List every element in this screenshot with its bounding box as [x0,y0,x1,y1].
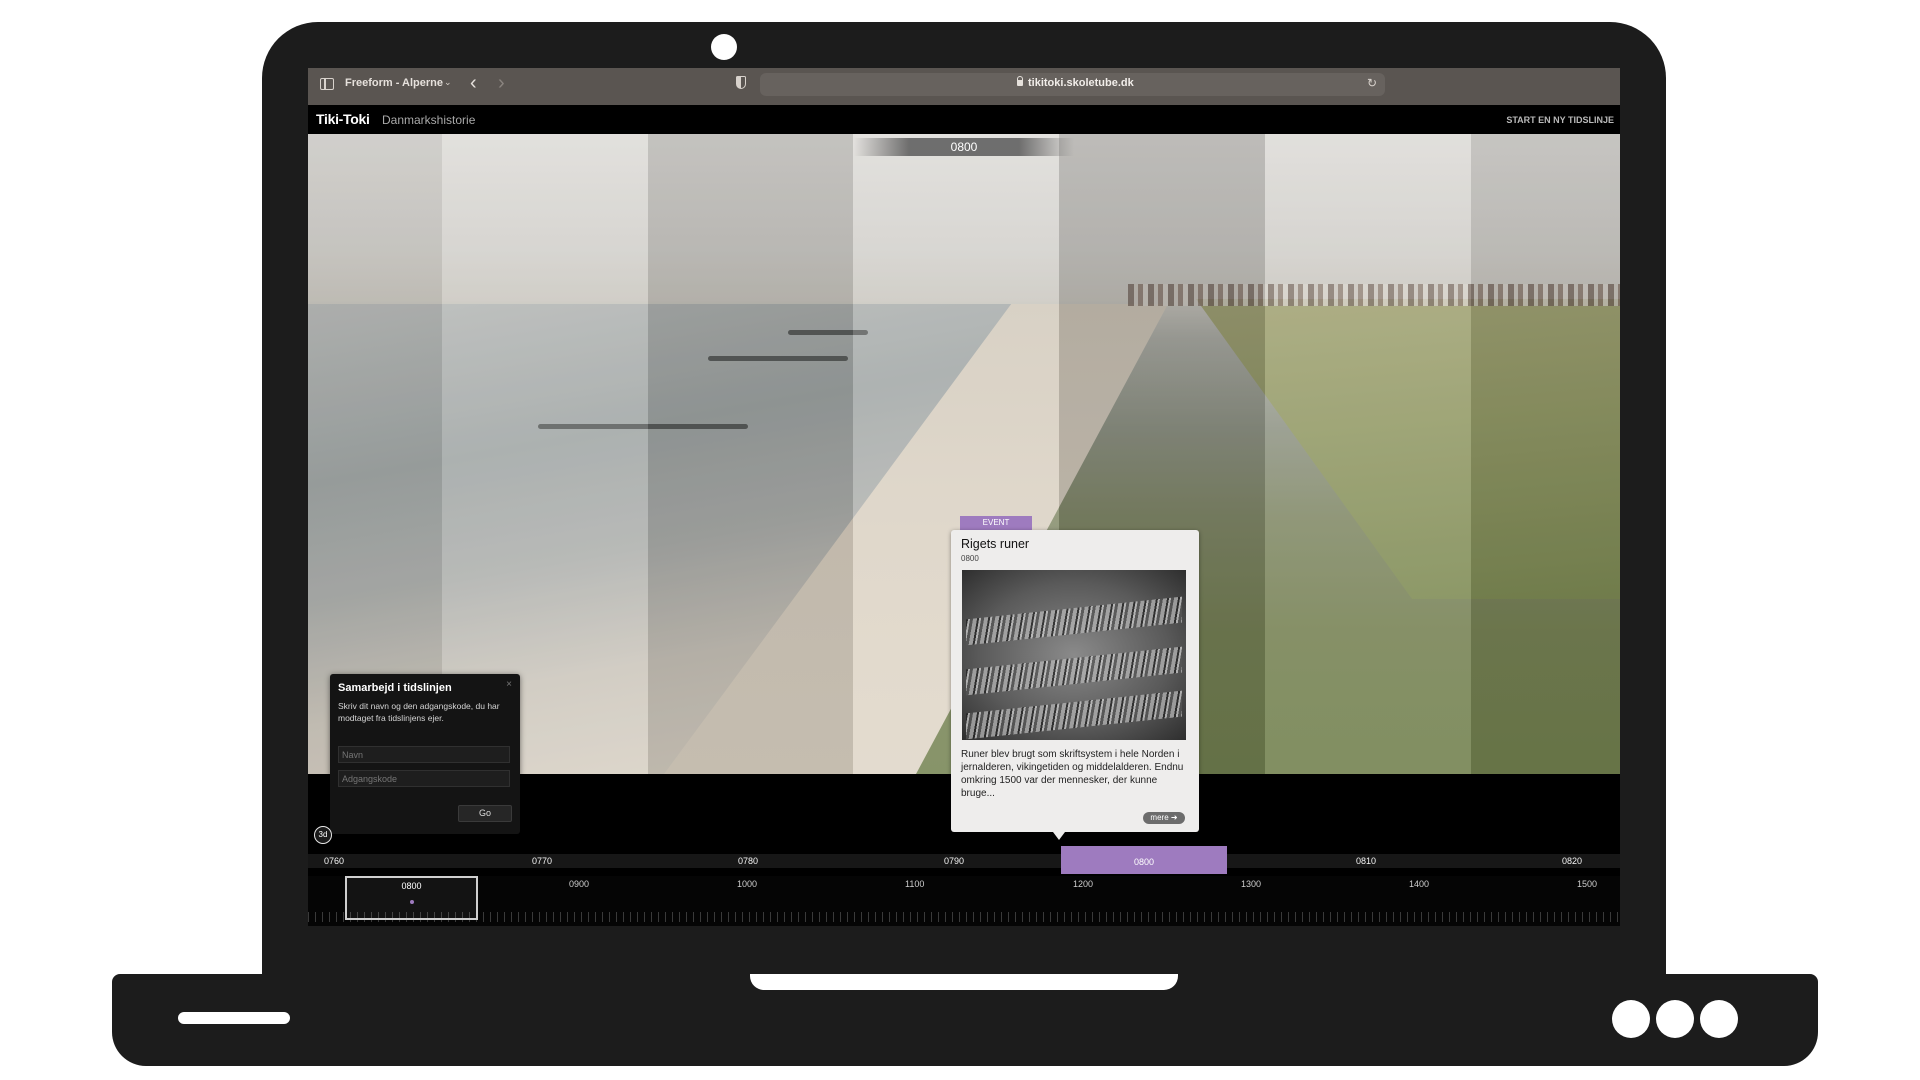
overview-window-label: 0800 [401,881,422,891]
tab-group-name[interactable]: Freeform - Alperne [345,77,443,89]
overview-label: 1000 [737,879,758,889]
laptop-notch [750,974,1178,990]
app-header: Tiki-Toki Danmarkshistorie START EN NY T… [308,105,1620,134]
collaborate-title: Samarbejd i tidslinjen [338,682,452,694]
name-input[interactable] [338,746,510,763]
more-button[interactable]: mere ➜ [1143,812,1185,824]
timeline-band [648,134,853,774]
collaborate-dialog: Samarbejd i tidslinjen × Skriv dit navn … [330,674,520,834]
band-label: 0790 [944,856,965,866]
event-description: Runer blev brugt som skriftsystem i hele… [961,749,1184,799]
back-icon[interactable]: ‹ [470,72,477,95]
overview-label: 1500 [1577,879,1598,889]
event-date: 0800 [961,554,979,563]
event-marker-dot [410,900,414,904]
laptop-dot [1700,1000,1738,1038]
timeline-band [1265,134,1471,774]
close-icon[interactable]: × [506,679,512,690]
camera-icon [711,34,737,60]
privacy-shield-icon[interactable] [736,76,746,89]
collaborate-description: Skriv dit navn og den adgangskode, du ha… [338,701,500,723]
lock-icon [1017,76,1023,86]
overview-label: 1400 [1409,879,1430,889]
event-card[interactable]: Rigets runer 0800 Runer blev brugt som s… [951,530,1199,832]
active-band-label: 0800 [1133,857,1155,867]
rune-row [966,690,1182,740]
rune-row [966,646,1182,696]
start-new-timeline-link[interactable]: START EN NY TIDSLINJE [1506,115,1614,125]
laptop-slot [178,1012,290,1024]
app-logo[interactable]: Tiki-Toki [316,111,370,127]
event-title: Rigets runer [961,537,1030,551]
access-code-input[interactable] [338,770,510,787]
laptop-dot [1612,1000,1650,1038]
overview-label: 1200 [1073,879,1094,889]
url-text: tikitoki.skoletube.dk [1028,77,1134,89]
overview-window[interactable]: 0800 [345,876,478,920]
timeline-band [1471,134,1620,774]
3d-toggle-button[interactable]: 3d [314,826,332,844]
timeline-title: Danmarkshistorie [382,113,476,127]
overview-label: 1100 [905,879,925,889]
address-bar[interactable]: tikitoki.skoletube.dk ↻ [760,73,1385,96]
band-label: 0760 [324,856,345,866]
forward-icon[interactable]: › [498,72,505,95]
laptop-dot [1656,1000,1694,1038]
screen: Freeform - Alperne ⌄ ‹ › tikitoki.skolet… [308,68,1620,926]
rune-row [966,596,1182,646]
go-button[interactable]: Go [458,805,512,822]
rune-stone-image[interactable] [962,570,1186,740]
event-pointer [1053,832,1065,840]
timeline-overview[interactable]: 0900 1000 1100 1200 1300 1400 1500 0800 [308,876,1620,926]
band-label: 0770 [532,856,553,866]
overview-label: 1300 [1241,879,1262,889]
event-tag: EVENT [960,516,1032,530]
band-label: 0820 [1562,856,1583,866]
sidebar-toggle-icon[interactable] [320,78,334,90]
overview-ruler [308,912,1620,922]
overview-label: 0900 [569,879,590,889]
reload-icon[interactable]: ↻ [1367,76,1377,90]
browser-toolbar: Freeform - Alperne ⌄ ‹ › tikitoki.skolet… [308,68,1620,105]
chevron-down-icon[interactable]: ⌄ [444,77,452,88]
band-label: 0780 [738,856,759,866]
band-label: 0810 [1356,856,1377,866]
current-date-indicator: 0800 [854,138,1074,156]
